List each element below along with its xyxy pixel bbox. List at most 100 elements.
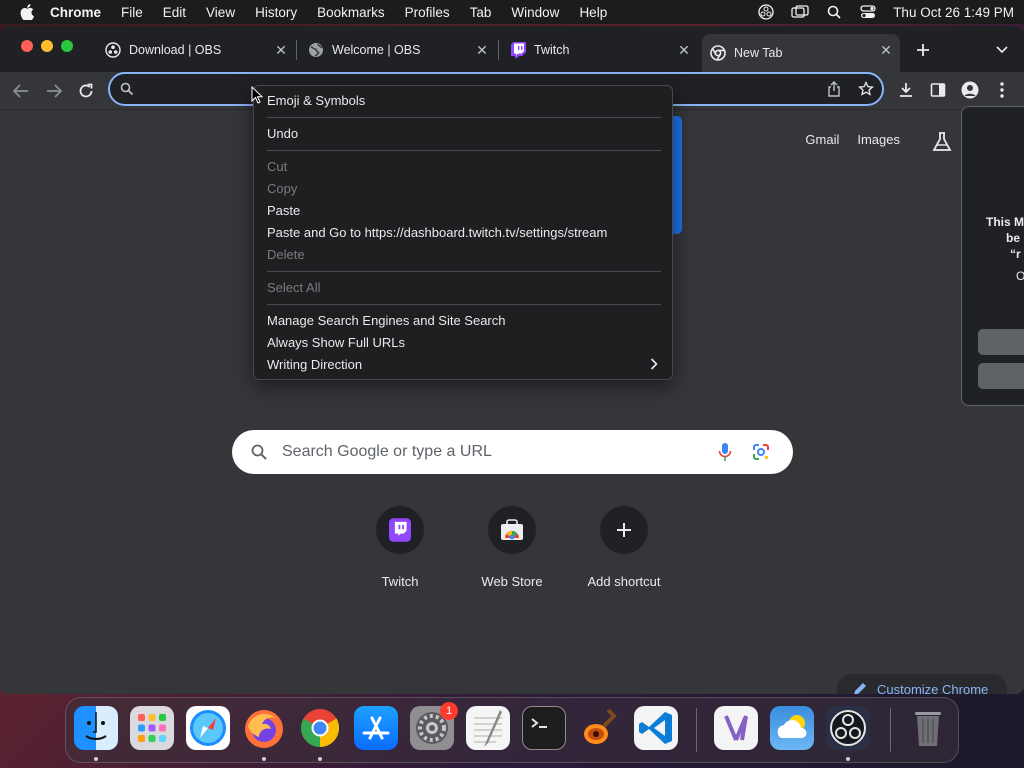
google-search-box[interactable] [232, 430, 793, 474]
menu-app-name[interactable]: Chrome [50, 5, 101, 20]
obs-dock-icon[interactable] [826, 706, 870, 750]
menu-separator [267, 304, 661, 305]
share-icon[interactable] [826, 81, 842, 97]
top-links: Gmail Images [805, 132, 900, 147]
menu-item-emoji-symbols[interactable]: Emoji & Symbols [267, 91, 365, 111]
download-icon[interactable] [895, 79, 917, 101]
textedit-icon[interactable] [466, 706, 510, 750]
running-indicator [94, 757, 98, 761]
trash-icon[interactable] [906, 706, 950, 750]
launchpad-icon[interactable] [130, 706, 174, 750]
dock-divider [696, 708, 697, 752]
side-panel-icon[interactable] [927, 79, 949, 101]
close-window-button[interactable] [21, 40, 33, 52]
customize-chrome-button[interactable]: Customize Chrome [837, 674, 1007, 694]
shortcut-tile [376, 506, 424, 554]
more-menu-icon[interactable] [991, 79, 1013, 101]
menu-view[interactable]: View [206, 5, 235, 20]
bookmark-star-icon[interactable] [858, 80, 874, 97]
menu-window[interactable]: Window [511, 5, 559, 20]
menu-item-paste-and-go[interactable]: Paste and Go to https://dashboard.twitch… [267, 223, 607, 243]
menu-item-undo[interactable]: Undo [267, 124, 298, 144]
microphone-icon[interactable] [718, 442, 732, 462]
visual-studio-icon[interactable] [714, 706, 758, 750]
search-icon [120, 82, 134, 96]
context-menu: Emoji & Symbols Undo Cut Copy Paste Past… [253, 85, 673, 380]
forward-button[interactable] [42, 79, 66, 103]
shortcut-twitch[interactable]: Twitch [344, 506, 456, 589]
close-icon[interactable]: ✕ [878, 42, 894, 58]
menu-item-select-all: Select All [267, 280, 321, 295]
images-link[interactable]: Images [857, 132, 900, 147]
tab-title: Welcome | OBS [332, 43, 421, 57]
labs-flask-icon[interactable] [931, 131, 953, 153]
control-center-icon[interactable] [859, 4, 877, 20]
running-indicator [262, 757, 266, 761]
google-search-input[interactable] [282, 440, 702, 464]
gmail-link[interactable]: Gmail [805, 132, 839, 147]
menu-clock[interactable]: Thu Oct 26 1:49 PM [893, 5, 1014, 20]
google-lens-icon[interactable] [752, 443, 770, 461]
back-button[interactable] [9, 79, 33, 103]
spotlight-search-icon[interactable] [825, 4, 843, 20]
close-icon[interactable]: ✕ [676, 42, 692, 58]
vscode-icon[interactable] [634, 706, 678, 750]
menu-separator [267, 271, 661, 272]
tab-welcome-obs[interactable]: Welcome | OBS ✕ [300, 34, 496, 66]
chrome-dock-icon[interactable] [298, 706, 342, 750]
tab-twitch[interactable]: Twitch ✕ [502, 34, 698, 66]
menu-bookmarks[interactable]: Bookmarks [317, 5, 385, 20]
menu-profiles[interactable]: Profiles [405, 5, 450, 20]
finder-icon[interactable] [74, 706, 118, 750]
terminal-icon[interactable] [522, 706, 566, 750]
shortcut-label: Twitch [381, 574, 419, 589]
garageband-icon[interactable] [578, 706, 622, 750]
tab-download-obs[interactable]: Download | OBS ✕ [97, 34, 295, 66]
dock-divider [890, 708, 891, 752]
chevron-down-icon[interactable] [992, 40, 1012, 60]
minimize-window-button[interactable] [41, 40, 53, 52]
tab-strip: Download | OBS ✕ Welcome | OBS ✕ Twitch … [0, 26, 1024, 72]
new-tab-button[interactable] [913, 40, 933, 60]
menu-tab[interactable]: Tab [470, 5, 492, 20]
menu-help[interactable]: Help [579, 5, 607, 20]
running-indicator [318, 757, 322, 761]
panel-button[interactable] [978, 329, 1024, 355]
tab-title: Download | OBS [129, 43, 222, 57]
app-store-icon[interactable] [354, 706, 398, 750]
shortcut-web-store[interactable]: Web Store [456, 506, 568, 589]
menu-edit[interactable]: Edit [163, 5, 186, 20]
add-shortcut-button[interactable]: Add shortcut [568, 506, 680, 589]
firefox-icon[interactable] [242, 706, 286, 750]
macos-menu-bar: Chrome File Edit View History Bookmarks … [0, 0, 1024, 24]
shortcut-label: Add shortcut [587, 574, 661, 589]
zoom-window-button[interactable] [61, 40, 73, 52]
shortcut-tile [600, 506, 648, 554]
safari-icon[interactable] [186, 706, 230, 750]
panel-button[interactable] [978, 363, 1024, 389]
menu-item-manage-search-engines[interactable]: Manage Search Engines and Site Search [267, 311, 506, 331]
partial-dialog-panel: This M be “r O [961, 106, 1024, 406]
panel-text-line: be [1006, 231, 1021, 245]
reload-button[interactable] [74, 79, 98, 103]
screen-mirroring-icon[interactable] [791, 4, 809, 20]
profile-avatar-icon[interactable] [959, 79, 981, 101]
chevron-right-icon [650, 358, 660, 372]
menu-item-always-show-full-urls[interactable]: Always Show Full URLs [267, 333, 405, 353]
menu-separator [267, 150, 661, 151]
menu-item-writing-direction[interactable]: Writing Direction [267, 355, 362, 375]
macos-dock: 1 [65, 697, 959, 763]
menu-file[interactable]: File [121, 5, 143, 20]
globe-icon [308, 42, 324, 58]
obs-status-icon[interactable] [757, 4, 775, 20]
tab-divider [296, 40, 297, 60]
panel-text-line: “r [1010, 247, 1021, 261]
close-icon[interactable]: ✕ [273, 42, 289, 58]
menu-item-paste[interactable]: Paste [267, 201, 300, 221]
weather-icon[interactable] [770, 706, 814, 750]
menu-history[interactable]: History [255, 5, 297, 20]
close-icon[interactable]: ✕ [474, 42, 490, 58]
apple-icon[interactable] [18, 3, 36, 21]
notification-badge: 1 [440, 702, 458, 720]
tab-new-tab[interactable]: New Tab ✕ [702, 34, 900, 72]
